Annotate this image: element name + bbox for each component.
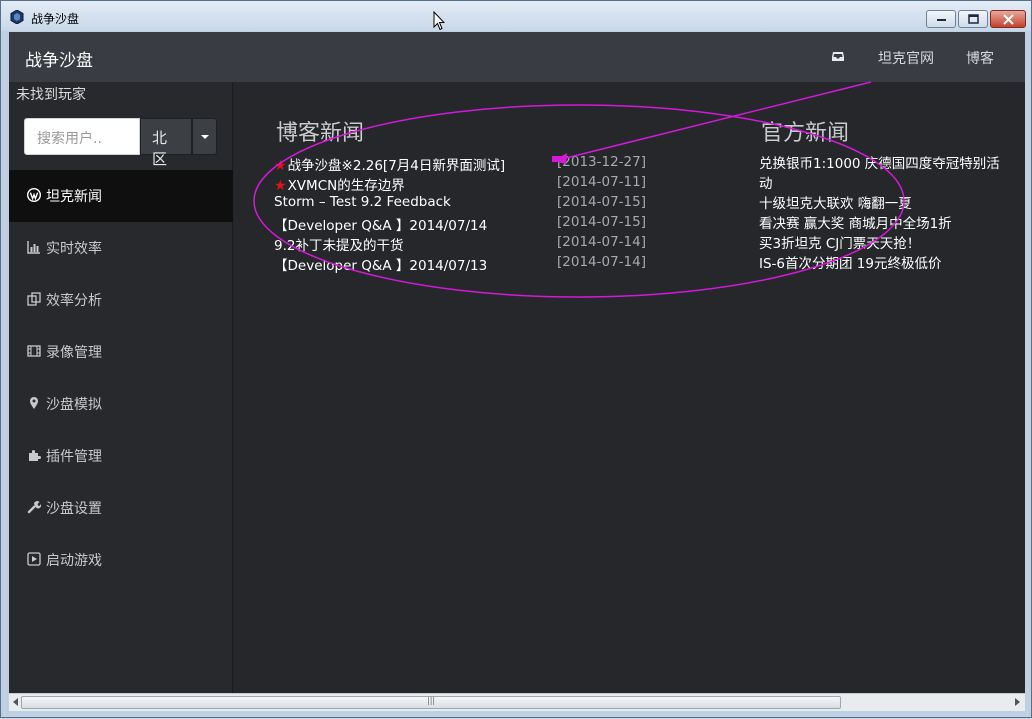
map-marker-icon (30, 397, 38, 409)
sidebar-item-realtime-efficiency[interactable]: 实时效率 (9, 222, 233, 274)
news-date: [2014-07-11] (557, 174, 646, 190)
brand-title[interactable]: 战争沙盘 (25, 46, 93, 71)
film-icon (27, 345, 41, 357)
sidebar: 未找到玩家 搜索用户.. 北区 坦克新闻 实时效率 效率分析 录像管理 沙盘模拟… (9, 82, 233, 693)
official-news-item[interactable]: 兑换银币1:1000 庆德国四度夺冠特别活动 (759, 154, 1009, 194)
blog-news-item[interactable]: ★XVMCN的生存边界 [2014-07-11] (274, 174, 646, 194)
news-title[interactable]: 9.2补丁未提及的干货 (274, 238, 403, 254)
wordpress-icon (27, 188, 41, 202)
star-icon: ★ (274, 158, 287, 174)
official-news-item[interactable]: IS-6首次分期团 19元终极低价 (759, 254, 1009, 274)
sidebar-item-tank-news[interactable]: 坦克新闻 (9, 170, 233, 222)
inbox-icon[interactable] (831, 49, 845, 63)
player-status: 未找到玩家 (16, 87, 86, 103)
blog-news-item[interactable]: ★战争沙盘※2.26[7月4日新界面测试] [2013-12-27] (274, 154, 646, 174)
sidebar-item-label: 坦克新闻 (46, 189, 102, 205)
sidebar-item-launch-game[interactable]: 启动游戏 (9, 534, 233, 586)
news-title[interactable]: 战争沙盘※2.26[7月4日新界面测试] (288, 158, 506, 174)
app-window: 战争沙盘 战争沙盘 坦克官网 博客 未找到玩家 搜索用户.. 北区 坦克新闻 实… (0, 0, 1032, 718)
scroll-left-icon[interactable] (13, 698, 18, 706)
sidebar-item-label: 实时效率 (46, 241, 102, 257)
puzzle-icon (29, 450, 41, 461)
app-icon (10, 10, 24, 24)
bar-chart-icon (27, 241, 40, 254)
app-client: 战争沙盘 坦克官网 博客 未找到玩家 搜索用户.. 北区 坦克新闻 实时效率 效… (9, 32, 1025, 693)
news-title[interactable]: XVMCN的生存边界 (288, 178, 405, 194)
copy-icon (27, 292, 41, 306)
official-news-title: 官方新闻 (761, 121, 850, 146)
maximize-icon (968, 14, 979, 24)
blog-news-item[interactable]: 9.2补丁未提及的干货 [2014-07-14] (274, 234, 646, 254)
news-date: [2014-07-14] (557, 254, 646, 270)
mouse-cursor-icon (433, 11, 445, 31)
sidebar-item-sandbox-settings[interactable]: 沙盘设置 (9, 482, 233, 534)
sidebar-item-efficiency-analysis[interactable]: 效率分析 (9, 274, 233, 326)
wrench-icon (27, 501, 41, 514)
blog-news-item[interactable]: 【Developer Q&A 】2014/07/14 [2014-07-15] (274, 214, 646, 234)
news-title[interactable]: Storm – Test 9.2 Feedback (274, 194, 451, 210)
news-title[interactable]: 【Developer Q&A 】2014/07/14 (274, 218, 487, 234)
blog-news-title: 博客新闻 (276, 121, 365, 146)
blog-news-item[interactable]: 【Developer Q&A 】2014/07/13 [2014-07-14] (274, 254, 646, 274)
sidebar-item-replay-manager[interactable]: 录像管理 (9, 326, 233, 378)
sidebar-item-label: 沙盘设置 (46, 501, 102, 517)
sidebar-item-label: 启动游戏 (46, 553, 102, 569)
play-icon (27, 552, 41, 566)
official-news-item[interactable]: 十级坦克大联欢 嗨翻一夏 (759, 194, 1009, 214)
sidebar-item-label: 录像管理 (46, 345, 102, 361)
title-bar[interactable]: 战争沙盘 (1, 1, 1031, 31)
sidebar-item-sandbox-sim[interactable]: 沙盘模拟 (9, 378, 233, 430)
region-dropdown-toggle[interactable] (192, 118, 217, 155)
sidebar-item-plugin-manager[interactable]: 插件管理 (9, 430, 233, 482)
window-title: 战争沙盘 (31, 12, 80, 26)
close-icon (1003, 14, 1014, 25)
star-icon: ★ (274, 178, 287, 194)
news-date: [2014-07-15] (557, 194, 646, 210)
horizontal-scrollbar[interactable]: ||| (9, 693, 1025, 711)
blog-link[interactable]: 博客 (966, 48, 994, 68)
sidebar-item-label: 沙盘模拟 (46, 397, 102, 413)
maximize-button[interactable] (958, 10, 988, 28)
news-date: [2014-07-15] (557, 214, 646, 230)
scroll-grip-icon: ||| (427, 696, 436, 705)
search-input[interactable]: 搜索用户.. (24, 118, 140, 155)
official-site-link[interactable]: 坦克官网 (878, 48, 934, 68)
minimize-icon (937, 19, 946, 21)
sidebar-item-label: 插件管理 (46, 449, 102, 465)
sidebar-item-label: 效率分析 (46, 293, 102, 309)
top-navbar: 战争沙盘 坦克官网 博客 (9, 32, 1025, 82)
close-button[interactable] (990, 10, 1026, 28)
news-title[interactable]: 【Developer Q&A 】2014/07/13 (274, 258, 487, 274)
scroll-right-icon[interactable] (1015, 698, 1020, 706)
news-date: [2014-07-14] (557, 234, 646, 250)
region-select[interactable]: 北区 (140, 118, 192, 168)
official-news-item[interactable]: 看决赛 赢大奖 商城月中全场1折 (759, 214, 1009, 234)
official-news-item[interactable]: 买3折坦克 CJ门票天天抢！ (759, 234, 1009, 254)
blog-news-item[interactable]: Storm – Test 9.2 Feedback [2014-07-15] (274, 194, 646, 214)
news-date: [2013-12-27] (557, 154, 646, 170)
minimize-button[interactable] (926, 10, 956, 28)
main-content: 博客新闻 官方新闻 ★战争沙盘※2.26[7月4日新界面测试] [2013-12… (234, 82, 1025, 693)
